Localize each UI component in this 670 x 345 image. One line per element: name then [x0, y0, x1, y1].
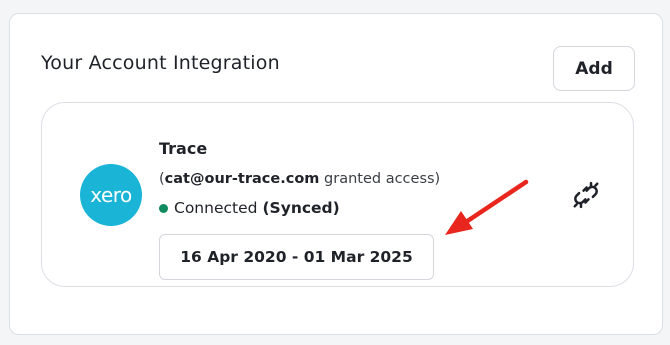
status-dot-icon [159, 203, 168, 213]
connection-status: Connected (Synced) [159, 199, 340, 217]
section-title: Your Account Integration [41, 52, 280, 74]
account-integration-card: Your Account Integration Add xero Trace … [9, 13, 663, 335]
xero-logo-text: xero [90, 183, 132, 207]
xero-logo: xero [80, 164, 142, 226]
status-label: Connected [174, 199, 258, 217]
access-info: (cat@our-trace.com granted access) [159, 171, 440, 187]
add-integration-button[interactable]: Add [553, 46, 635, 91]
red-arrow-icon [445, 179, 529, 235]
access-suffix: granted access) [319, 171, 441, 187]
sync-state-label: (Synced) [262, 199, 340, 217]
integration-item: xero Trace (cat@our-trace.com granted ac… [41, 102, 634, 287]
access-email: cat@our-trace.com [164, 171, 320, 187]
integration-name: Trace [159, 139, 208, 158]
sync-date-range[interactable]: 16 Apr 2020 - 01 Mar 2025 [159, 234, 434, 280]
unlink-icon[interactable] [571, 180, 601, 210]
